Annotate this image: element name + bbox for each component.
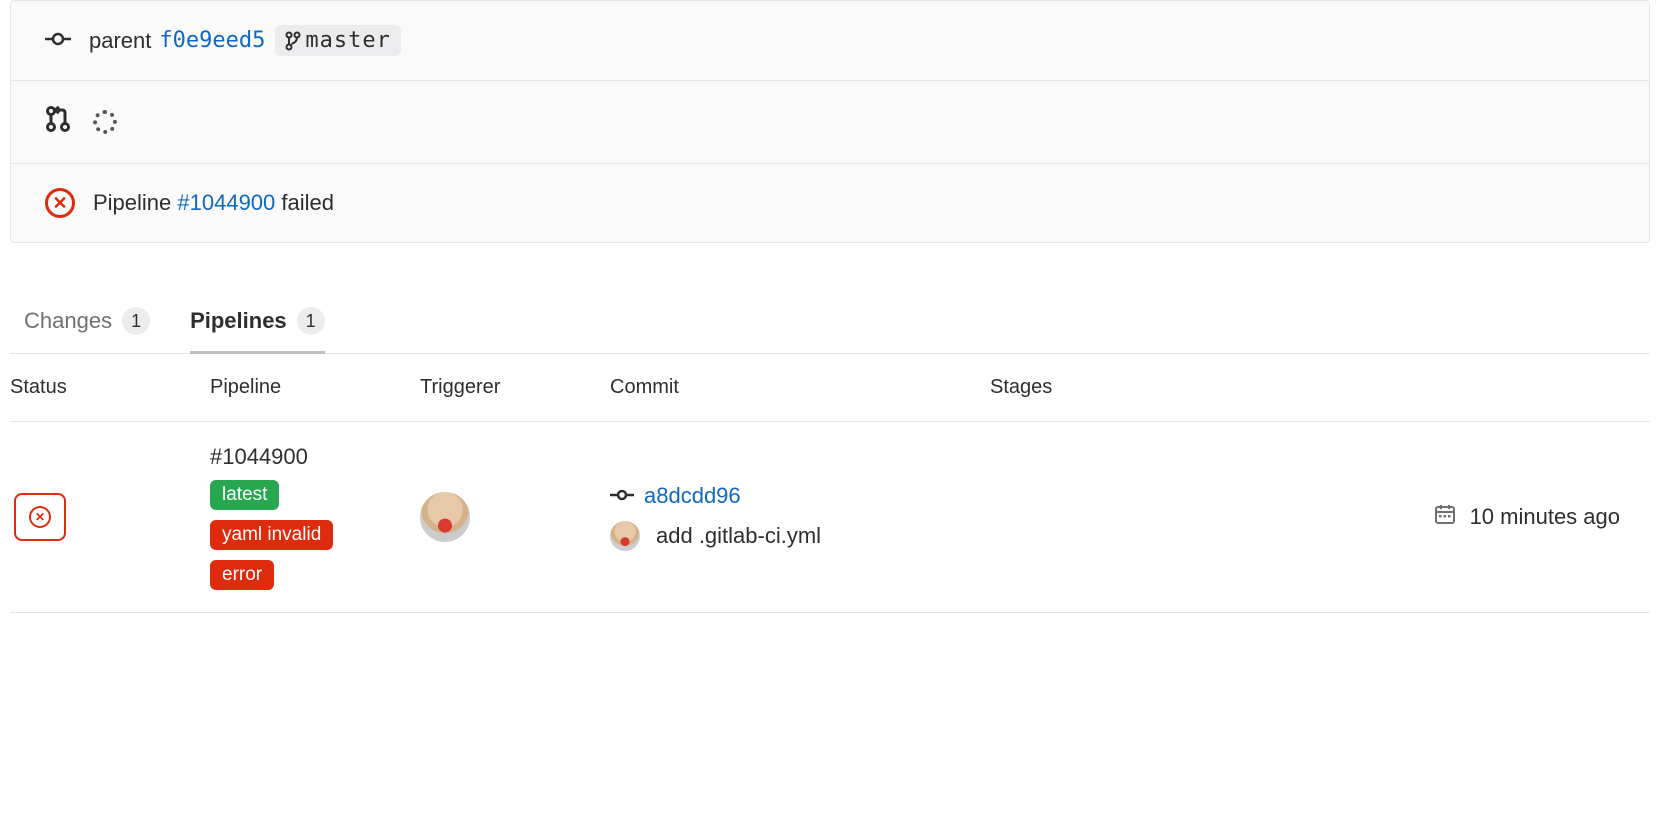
cell-triggerer xyxy=(420,492,610,542)
th-stages: Stages xyxy=(990,376,1320,399)
pipeline-status-suffix: failed xyxy=(275,190,334,215)
tabs: Changes 1 Pipelines 1 xyxy=(10,293,1650,354)
cell-time: 10 minutes ago xyxy=(1320,503,1650,531)
th-status: Status xyxy=(10,376,210,399)
x-circle-icon: ✕ xyxy=(29,506,51,528)
time-text: 10 minutes ago xyxy=(1470,504,1620,530)
cell-commit: a8dcdd96 add .gitlab-ci.yml xyxy=(610,483,990,551)
pipeline-status-row: ✕ Pipeline #1044900 failed xyxy=(11,164,1649,242)
th-commit: Commit xyxy=(610,376,990,399)
parent-sha-link[interactable]: f0e9eed5 xyxy=(159,28,265,53)
commit-icon xyxy=(45,30,71,52)
tab-changes-label: Changes xyxy=(24,308,112,334)
pipeline-row-id-link[interactable]: #1044900 xyxy=(210,444,308,470)
calendar-icon xyxy=(1434,503,1456,531)
mr-row xyxy=(11,81,1649,164)
loading-spinner-icon xyxy=(93,110,117,134)
badge-yaml-invalid: yaml invalid xyxy=(210,520,333,550)
status-failed-icon: ✕ xyxy=(45,188,75,218)
tab-pipelines-count: 1 xyxy=(297,307,325,335)
tab-changes[interactable]: Changes 1 xyxy=(24,293,150,353)
merge-request-icon[interactable] xyxy=(45,105,71,139)
commit-author-avatar[interactable] xyxy=(610,521,640,551)
badge-error: error xyxy=(210,560,274,590)
tab-pipelines-label: Pipelines xyxy=(190,308,287,334)
pipelines-table: Status Pipeline Triggerer Commit Stages … xyxy=(10,354,1650,613)
status-failed-button[interactable]: ✕ xyxy=(14,493,66,541)
cell-pipeline: #1044900 latest yaml invalid error xyxy=(210,444,420,590)
commit-sha-link[interactable]: a8dcdd96 xyxy=(644,483,741,509)
th-pipeline: Pipeline xyxy=(210,376,420,399)
branch-icon xyxy=(285,31,301,51)
branch-name: master xyxy=(305,28,390,53)
table-header: Status Pipeline Triggerer Commit Stages xyxy=(10,354,1650,422)
pipeline-id-link[interactable]: #1044900 xyxy=(177,190,275,215)
triggerer-avatar[interactable] xyxy=(420,492,470,542)
commit-info-card: parent f0e9eed5 master ✕ Pipeline #10449… xyxy=(10,0,1650,243)
commit-msg-line: add .gitlab-ci.yml xyxy=(610,521,990,551)
commit-icon xyxy=(610,485,634,507)
table-row: ✕ #1044900 latest yaml invalid error a8d… xyxy=(10,422,1650,613)
pipeline-status-prefix: Pipeline xyxy=(93,190,177,215)
parent-label: parent xyxy=(89,28,151,54)
tab-pipelines[interactable]: Pipelines 1 xyxy=(190,293,325,353)
badge-latest: latest xyxy=(210,480,279,510)
branch-chip[interactable]: master xyxy=(275,25,400,56)
commit-message: add .gitlab-ci.yml xyxy=(656,523,821,549)
parent-row: parent f0e9eed5 master xyxy=(11,1,1649,81)
commit-sha-line: a8dcdd96 xyxy=(610,483,990,509)
th-triggerer: Triggerer xyxy=(420,376,610,399)
tab-changes-count: 1 xyxy=(122,307,150,335)
cell-status: ✕ xyxy=(10,493,210,541)
pipeline-status-text: Pipeline #1044900 failed xyxy=(93,190,334,216)
